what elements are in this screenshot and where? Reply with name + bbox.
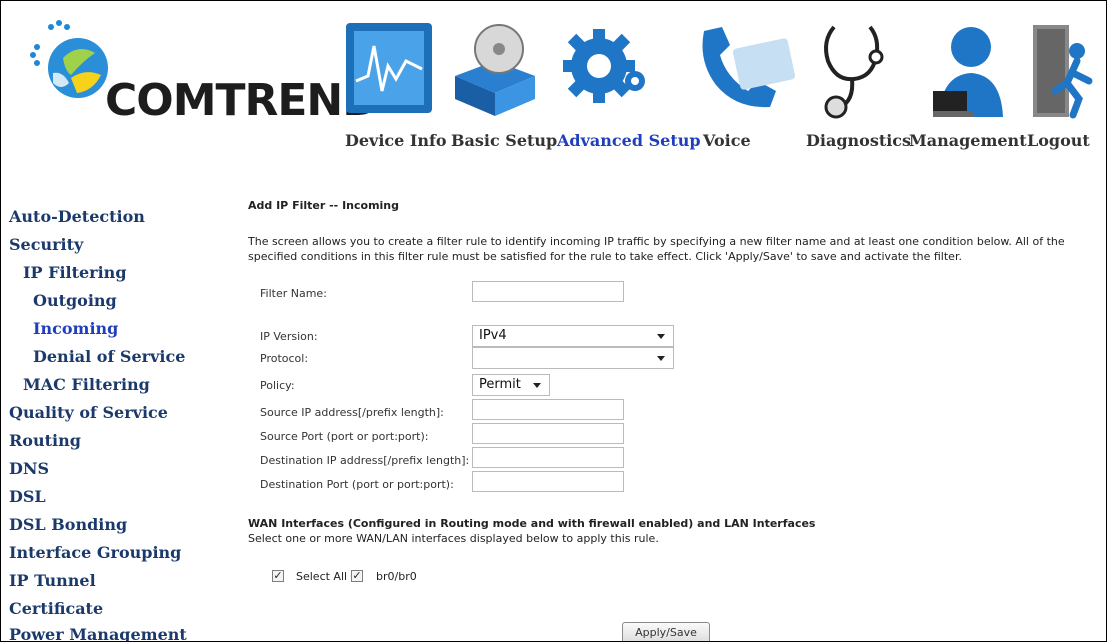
gear-icon[interactable] [559, 21, 647, 111]
destination-port-input[interactable] [472, 471, 624, 492]
sidebar-item-ip-tunnel[interactable]: IP Tunnel [9, 571, 96, 590]
sidebar-item-ip-filtering[interactable]: IP Filtering [23, 263, 127, 282]
nav-logout[interactable]: Logout [1027, 131, 1090, 150]
sidebar-item-power-management[interactable]: Power Management [9, 625, 187, 641]
select-all-label: Select All [296, 570, 348, 583]
sidebar-item-denial-of-service[interactable]: Denial of Service [33, 347, 185, 366]
chevron-down-icon [657, 334, 665, 339]
nav-device-info[interactable]: Device Info [345, 131, 447, 150]
sidebar-item-quality-of-service[interactable]: Quality of Service [9, 403, 168, 422]
nav-voice[interactable]: Voice [703, 131, 751, 150]
ip-version-value: IPv4 [479, 328, 507, 343]
chevron-down-icon [533, 383, 541, 388]
router-admin-page: COMTREND Device Info Basic Setup Advance… [0, 0, 1107, 642]
brand-logo-text: COMTREND [105, 75, 379, 126]
source-ip-label: Source IP address[/prefix length]: [260, 406, 444, 419]
sidebar-item-mac-filtering[interactable]: MAC Filtering [23, 375, 150, 394]
chevron-down-icon [657, 356, 665, 361]
header: COMTREND Device Info Basic Setup Advance… [1, 1, 1106, 182]
sidebar-item-outgoing[interactable]: Outgoing [33, 291, 117, 310]
ip-version-select[interactable]: IPv4 [472, 325, 674, 347]
source-ip-input[interactable] [472, 399, 624, 420]
nav-management[interactable]: Management [909, 131, 1027, 150]
policy-value: Permit [479, 377, 521, 392]
filter-name-label: Filter Name: [260, 287, 327, 300]
sidebar-item-interface-grouping[interactable]: Interface Grouping [9, 543, 181, 562]
sidebar-item-auto-detection[interactable]: Auto-Detection [9, 207, 145, 226]
page-title: Add IP Filter -- Incoming [248, 199, 400, 212]
chart-monitor-icon[interactable] [344, 21, 434, 116]
protocol-select[interactable] [472, 347, 674, 369]
nav-advanced-setup[interactable]: Advanced Setup [557, 131, 701, 150]
user-laptop-icon[interactable] [931, 21, 1005, 121]
page-description: The screen allows you to create a filter… [248, 235, 1065, 263]
sidebar-item-certificate[interactable]: Certificate [9, 599, 103, 618]
protocol-label: Protocol: [260, 352, 309, 365]
br0-checkbox[interactable]: ✓ [351, 570, 363, 582]
destination-ip-label: Destination IP address[/prefix length]: [260, 454, 470, 467]
exit-door-icon[interactable] [1031, 21, 1097, 121]
apply-save-button[interactable]: Apply/Save [622, 622, 710, 641]
sidebar-item-dsl-bonding[interactable]: DSL Bonding [9, 515, 127, 534]
sidebar-item-dns[interactable]: DNS [9, 459, 49, 478]
nav-diagnostics[interactable]: Diagnostics [806, 131, 911, 150]
disc-box-icon[interactable] [449, 21, 541, 116]
stethoscope-icon[interactable] [814, 21, 892, 121]
policy-label: Policy: [260, 379, 295, 392]
destination-port-label: Destination Port (port or port:port): [260, 478, 454, 491]
sidebar-item-routing[interactable]: Routing [9, 431, 81, 450]
policy-select[interactable]: Permit [472, 374, 550, 396]
select-all-checkbox[interactable]: ✓ [272, 570, 284, 582]
destination-ip-input[interactable] [472, 447, 624, 468]
sidebar-item-dsl[interactable]: DSL [9, 487, 46, 506]
br0-label: br0/br0 [376, 570, 417, 583]
wan-interfaces-subtext: Select one or more WAN/LAN interfaces di… [248, 532, 659, 545]
source-port-input[interactable] [472, 423, 624, 444]
wan-interfaces-heading: WAN Interfaces (Configured in Routing mo… [248, 517, 816, 530]
ip-version-label: IP Version: [260, 330, 318, 343]
phone-handset-icon[interactable] [696, 21, 796, 111]
sidebar-item-incoming[interactable]: Incoming [33, 319, 118, 338]
nav-basic-setup[interactable]: Basic Setup [451, 131, 557, 150]
source-port-label: Source Port (port or port:port): [260, 430, 429, 443]
filter-name-input[interactable] [472, 281, 624, 302]
sidebar-item-security[interactable]: Security [9, 235, 83, 254]
